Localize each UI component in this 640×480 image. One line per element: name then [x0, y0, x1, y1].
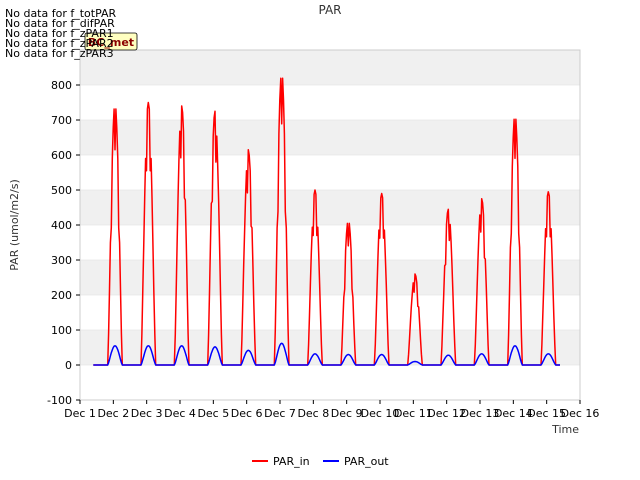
x-tick-label: Dec 5 — [197, 407, 229, 420]
y-tick-label: 500 — [51, 184, 72, 197]
y-tick-label: 700 — [51, 114, 72, 127]
par-chart: -1000100200300400500600700800Dec 1 Dec 2D… — [8, 3, 600, 468]
y-tick-label: 300 — [51, 254, 72, 267]
x-tick-label: Dec 16 — [561, 407, 600, 420]
background-band — [80, 260, 580, 295]
y-tick-label: 800 — [51, 79, 72, 92]
y-tick-label: 0 — [65, 359, 72, 372]
x-tick-label: Dec 2 — [97, 407, 129, 420]
y-tick-label: -100 — [47, 394, 72, 407]
y-tick-label: 100 — [51, 324, 72, 337]
y-axis-label: PAR (umol/m2/s) — [8, 179, 21, 271]
x-tick-label: Dec 3 — [131, 407, 163, 420]
y-tick-label: 200 — [51, 289, 72, 302]
background-band — [80, 50, 580, 85]
x-axis-label: Time — [551, 423, 579, 436]
x-tick-label: Dec 8 — [297, 407, 329, 420]
background-band — [80, 120, 580, 155]
y-tick-label: 600 — [51, 149, 72, 162]
chart-title: PAR — [318, 3, 341, 17]
x-tick-label: Dec 9 — [331, 407, 363, 420]
chart-figure: -100 0 100 200 300 400 500 600 700 800 Dec 1 Dec 2D… — [0, 0, 640, 480]
x-tick-label: Dec 4 — [164, 407, 196, 420]
y-tick-label: 400 — [51, 219, 72, 232]
no-data-note: No data for f_zPAR3 — [5, 47, 114, 60]
legend-label: PAR_out — [344, 455, 389, 468]
background-band — [80, 190, 580, 225]
legend-label: PAR_in — [273, 455, 310, 468]
x-tick-label: Dec 1 — [64, 407, 96, 420]
x-tick-label: Dec 6 — [231, 407, 263, 420]
x-tick-label: Dec 7 — [264, 407, 296, 420]
